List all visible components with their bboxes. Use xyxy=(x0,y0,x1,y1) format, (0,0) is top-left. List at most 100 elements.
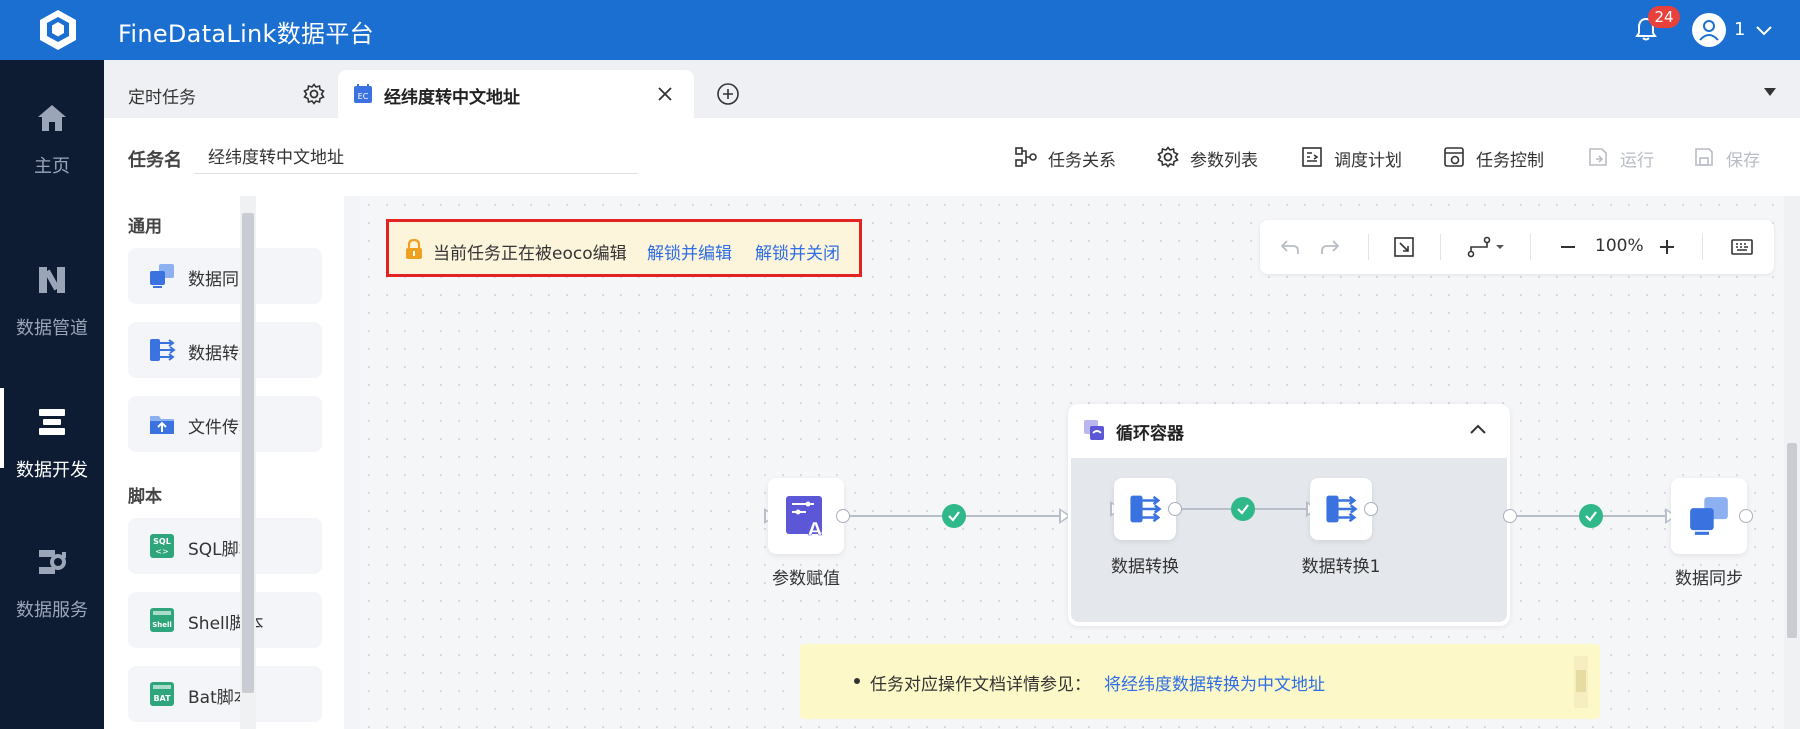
run-button[interactable]: 运行 xyxy=(1586,144,1676,171)
divider xyxy=(1440,234,1441,260)
node-label: 数据同步 xyxy=(1675,569,1743,589)
schedule-plan-button[interactable]: 调度计划 xyxy=(1300,144,1420,171)
param-assign-icon: A xyxy=(786,496,822,538)
output-port[interactable] xyxy=(1739,509,1753,523)
add-tab-icon[interactable] xyxy=(716,82,740,106)
chevron-up-icon[interactable] xyxy=(1466,418,1490,442)
palette-item-sql-script[interactable]: SQL <> SQL脚本 xyxy=(128,518,322,574)
redo-icon[interactable] xyxy=(1318,235,1342,259)
lock-notice: 当前任务正在被eoco编辑 解锁并编辑 解锁并关闭 xyxy=(386,219,862,277)
close-icon[interactable] xyxy=(654,83,676,105)
data-transform-icon xyxy=(1326,495,1358,523)
bullet xyxy=(854,678,860,684)
node-param-assign[interactable]: A xyxy=(768,478,844,554)
palette-section-general: 通用 xyxy=(128,217,162,237)
palette-item-data-transform[interactable]: 数据转换 xyxy=(128,322,322,378)
note-scrollbar-thumb[interactable] xyxy=(1576,670,1586,692)
nav-item-pipeline[interactable]: 数据管道 xyxy=(0,226,104,356)
palette-item-data-sync[interactable]: 数据同步 xyxy=(128,248,322,304)
task-file-icon: EC xyxy=(354,84,372,103)
zoom-in-icon[interactable] xyxy=(1655,235,1679,259)
schedule-icon xyxy=(1302,147,1322,167)
nav-item-home[interactable]: 主页 xyxy=(0,64,104,194)
app-title: FineDataLink数据平台 xyxy=(118,20,374,48)
data-transform-icon xyxy=(150,339,176,361)
user-name[interactable]: 1 xyxy=(1734,19,1745,40)
tool-label: 任务关系 xyxy=(1048,151,1116,171)
divider xyxy=(1368,234,1369,260)
output-port[interactable] xyxy=(1503,509,1517,523)
nav-label-pipeline: 数据管道 xyxy=(16,318,88,339)
user-avatar[interactable] xyxy=(1692,13,1726,47)
success-check-icon xyxy=(1231,497,1255,521)
fit-view-icon[interactable] xyxy=(1392,235,1416,259)
palette-scrollbar-thumb[interactable] xyxy=(242,213,254,693)
lock-icon xyxy=(406,238,422,259)
tool-label: 调度计划 xyxy=(1334,151,1402,171)
node-data-transform[interactable] xyxy=(1114,478,1176,540)
keyboard-icon[interactable] xyxy=(1730,235,1754,259)
svg-text:A: A xyxy=(808,519,822,538)
zoom-out-icon[interactable] xyxy=(1556,235,1580,259)
zoom-level: 100% xyxy=(1595,236,1644,256)
palette-item-file-transfer[interactable]: 文件传输 xyxy=(128,396,322,452)
undo-icon[interactable] xyxy=(1278,235,1302,259)
relation-icon xyxy=(1015,147,1037,167)
task-header: 任务名 任务关系 参数列表 调度计划 任务控制 xyxy=(104,118,1800,196)
tab-dropdown-icon[interactable] xyxy=(1764,88,1776,96)
chevron-down-icon[interactable] xyxy=(1754,20,1774,40)
output-port[interactable] xyxy=(1168,502,1182,516)
note-doc-link[interactable]: 将经纬度数据转换为中文地址 xyxy=(1104,670,1325,695)
lock-message: 当前任务正在被eoco编辑 xyxy=(433,244,627,264)
node-data-transform-1[interactable] xyxy=(1310,478,1372,540)
unlock-edit-link[interactable]: 解锁并编辑 xyxy=(647,239,732,264)
sql-script-icon: SQL <> xyxy=(150,534,174,558)
palette-item-bat-script[interactable]: BAT Bat脚本 xyxy=(128,666,322,722)
node-data-sync[interactable] xyxy=(1671,478,1747,554)
loop-title: 循环容器 xyxy=(1116,424,1184,444)
gear-icon[interactable] xyxy=(302,82,326,106)
divider xyxy=(1702,234,1703,260)
param-list-button[interactable]: 参数列表 xyxy=(1156,144,1276,171)
svg-text:EC: EC xyxy=(358,92,369,101)
top-bar: FineDataLink数据平台 24 1 xyxy=(0,0,1800,60)
task-relation-button[interactable]: 任务关系 xyxy=(1014,144,1134,171)
edge-style-icon[interactable] xyxy=(1466,235,1506,259)
shell-script-icon: Shell xyxy=(150,608,174,632)
canvas-scrollbar-thumb[interactable] xyxy=(1787,443,1797,638)
nav-item-service[interactable]: 数据服务 xyxy=(0,508,104,638)
success-check-icon xyxy=(942,504,966,528)
unlock-close-link[interactable]: 解锁并关闭 xyxy=(755,239,840,264)
tab-scheduled-tasks[interactable]: 定时任务 xyxy=(112,70,338,118)
app-logo-icon xyxy=(40,10,76,50)
bat-script-icon: BAT xyxy=(150,682,174,706)
task-name-input[interactable] xyxy=(194,138,638,174)
tab-label: 经纬度转中文地址 xyxy=(384,88,520,108)
save-button[interactable]: 保存 xyxy=(1692,144,1782,171)
success-check-icon xyxy=(1579,504,1603,528)
tab-current-task[interactable]: EC 经纬度转中文地址 xyxy=(338,70,694,118)
output-port[interactable] xyxy=(836,509,850,523)
task-control-button[interactable]: 任务控制 xyxy=(1442,144,1562,171)
file-transfer-icon xyxy=(150,416,174,434)
data-sync-icon xyxy=(150,264,174,288)
run-icon xyxy=(1589,148,1607,166)
tool-label: 参数列表 xyxy=(1190,151,1258,171)
canvas-controls: 100% xyxy=(1260,220,1774,274)
node-label: 参数赋值 xyxy=(772,569,840,589)
nav-label-home: 主页 xyxy=(34,156,70,177)
divider xyxy=(1530,234,1531,260)
tool-label: 任务控制 xyxy=(1476,151,1544,171)
palette-section-script: 脚本 xyxy=(128,487,162,507)
output-port[interactable] xyxy=(1364,502,1378,516)
service-icon xyxy=(39,550,66,574)
tool-label: 运行 xyxy=(1620,151,1654,171)
notification-badge: 24 xyxy=(1648,6,1680,28)
nav-item-dev[interactable]: 数据开发 xyxy=(0,368,104,498)
nav-label-dev: 数据开发 xyxy=(16,460,88,481)
palette-item-shell-script[interactable]: Shell Shell脚本 xyxy=(128,592,322,648)
nav-label-service: 数据服务 xyxy=(16,600,88,621)
gear-icon xyxy=(1157,146,1179,168)
svg-text:SQL: SQL xyxy=(153,537,171,546)
node-label: 数据转换1 xyxy=(1301,557,1381,577)
